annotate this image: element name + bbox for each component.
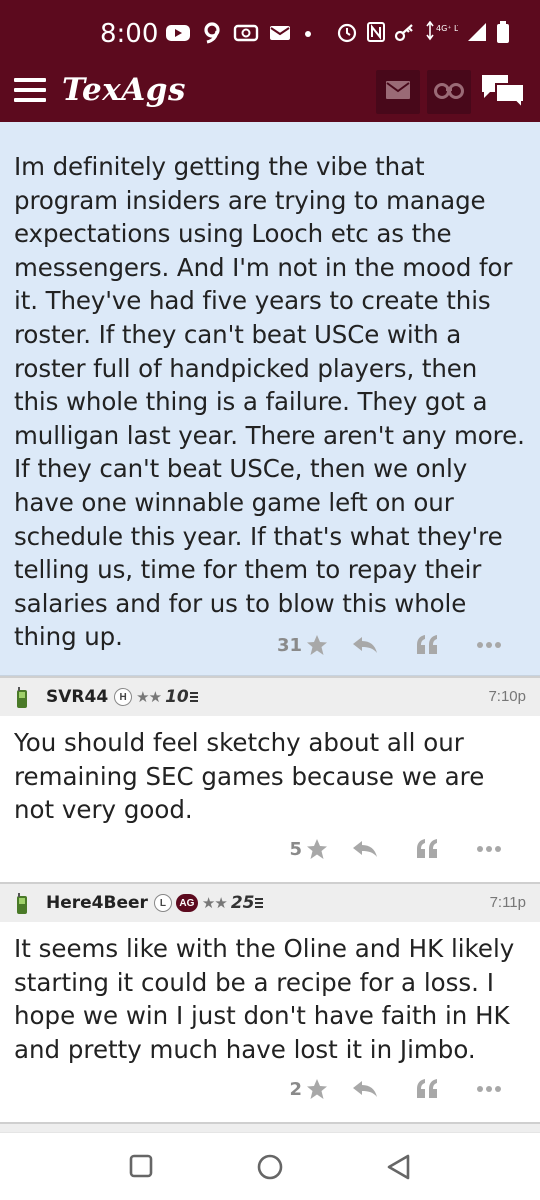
next-reply-header: [0, 1122, 540, 1132]
more-icon[interactable]: [464, 834, 514, 864]
username[interactable]: Here4Beer: [46, 893, 148, 913]
key-icon: [394, 21, 416, 43]
network-label: 4G⁺ LTE: [436, 24, 458, 33]
mail-icon: [385, 80, 411, 105]
rank-stars: ★★: [201, 895, 228, 912]
post-actions: 5: [289, 834, 514, 864]
radio-icon: [233, 23, 259, 43]
menu-icon[interactable]: [14, 78, 46, 104]
reply-post: SVR44 H ★★ 10 7:10p You should feel sket…: [0, 676, 540, 882]
dot-icon: [301, 26, 315, 40]
status-time: 8:00: [100, 19, 159, 49]
system-nav-bar: [0, 1132, 540, 1200]
rank-bars-icon: [189, 690, 198, 704]
post-body: You should feel sketchy about all our re…: [14, 728, 485, 825]
more-icon[interactable]: [464, 1074, 514, 1104]
like-button[interactable]: 2: [289, 1074, 328, 1104]
username[interactable]: SVR44: [46, 687, 108, 707]
h-badge: H: [114, 688, 133, 706]
home-icon[interactable]: [256, 1153, 284, 1186]
youtube-icon: [165, 23, 191, 43]
timestamp: 7:10p: [488, 688, 526, 705]
timestamp: 7:11p: [489, 894, 526, 911]
rank-number: 10: [165, 687, 189, 707]
mobile-phone-icon: [16, 687, 28, 708]
app-header: TexAgs: [0, 62, 540, 122]
reply-header: Here4Beer L AG ★★ 25 7:11p: [0, 882, 540, 922]
mobile-phone-icon: [16, 893, 28, 914]
reply-icon[interactable]: [340, 834, 390, 864]
thread-content: Im definitely getting the vibe that prog…: [0, 122, 540, 1132]
like-count: 5: [289, 838, 302, 860]
site-logo[interactable]: TexAgs: [62, 72, 186, 108]
rank-number: 25: [230, 893, 255, 913]
data-icon: 4G⁺ LTE: [424, 21, 458, 43]
alarm-icon: [336, 21, 358, 43]
battery-icon: [496, 20, 510, 44]
l-badge: L: [153, 894, 172, 912]
post-body: It seems like with the Oline and HK like…: [14, 934, 515, 1064]
ag-badge: AG: [175, 894, 198, 912]
watch-button[interactable]: [427, 70, 471, 114]
messages-button[interactable]: [376, 70, 420, 114]
reply-header: SVR44 H ★★ 10 7:10p: [0, 676, 540, 716]
like-count: 31: [276, 634, 302, 656]
star-icon: [307, 1079, 327, 1099]
op-post: Im definitely getting the vibe that prog…: [0, 122, 540, 676]
like-button[interactable]: 31: [277, 630, 328, 660]
nfc-icon: [366, 21, 386, 43]
chat-icon[interactable]: [480, 72, 526, 117]
back-icon[interactable]: [386, 1153, 412, 1186]
signal-icon: [466, 21, 488, 43]
mail-icon: [269, 24, 291, 42]
rank-stars: ★★: [136, 689, 162, 706]
quote-icon[interactable]: [402, 834, 452, 864]
rank-bars-icon: [255, 896, 264, 910]
post-actions: 2: [289, 1074, 514, 1104]
quote-icon[interactable]: [402, 1074, 452, 1104]
nine-icon: [201, 22, 223, 44]
reply-icon[interactable]: [340, 630, 390, 660]
post-actions: 31: [277, 630, 514, 660]
status-bar: 8:00 4G⁺ LTE: [0, 0, 540, 62]
reply-post: Here4Beer L AG ★★ 25 7:11p It seems like…: [0, 882, 540, 1122]
more-icon[interactable]: [464, 630, 514, 660]
post-body: Im definitely getting the vibe that prog…: [14, 152, 525, 652]
quote-icon[interactable]: [402, 630, 452, 660]
reply-icon[interactable]: [340, 1074, 390, 1104]
recents-icon[interactable]: [128, 1153, 154, 1184]
star-icon: [307, 635, 327, 655]
star-icon: [307, 839, 327, 859]
like-button[interactable]: 5: [289, 834, 328, 864]
binoculars-icon: [433, 80, 465, 105]
like-count: 2: [289, 1078, 302, 1100]
